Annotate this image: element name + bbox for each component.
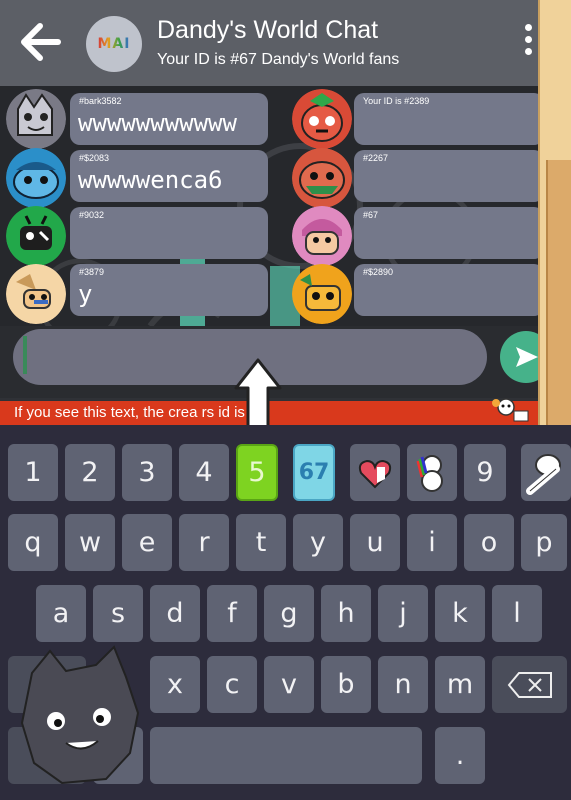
more-dot-icon: [524, 48, 532, 55]
backspace-key[interactable]: [492, 656, 567, 713]
key-6[interactable]: 67: [293, 444, 335, 501]
message-user-id: #bark3582: [79, 96, 122, 106]
key-8[interactable]: [407, 444, 457, 501]
more-dot-icon: [524, 24, 532, 31]
message-item: #67: [292, 206, 538, 266]
key-n[interactable]: n: [378, 656, 428, 713]
backspace-icon: [507, 671, 552, 698]
message-bubble[interactable]: #$2890: [354, 264, 538, 316]
back-arrow-icon: [21, 23, 61, 61]
key-s[interactable]: s: [93, 585, 143, 642]
chat-subtitle: Your ID is #67 Dandy's World fans: [157, 51, 400, 68]
message-bubble[interactable]: #$2083 wwwwwenca6: [70, 150, 268, 202]
bone-sticker-icon: [526, 453, 561, 495]
key-x[interactable]: x: [150, 656, 200, 713]
rainbow-eight-icon: [416, 454, 443, 492]
key-p[interactable]: p: [521, 514, 567, 571]
back-button[interactable]: [18, 22, 64, 62]
key-h[interactable]: h: [321, 585, 371, 642]
key-m[interactable]: m: [435, 656, 485, 713]
chat-logo: MAI: [86, 16, 142, 72]
message-item: #$2083 wwwwwenca6: [6, 148, 268, 208]
message-text: wwwwwenca6: [78, 166, 223, 194]
key-d[interactable]: d: [150, 585, 200, 642]
message-bubble[interactable]: #9032: [70, 207, 268, 259]
key-g[interactable]: g: [264, 585, 314, 642]
key-9[interactable]: 9: [464, 444, 506, 501]
key-5[interactable]: 5: [236, 444, 278, 501]
up-arrow-icon: [234, 358, 282, 425]
message-item: #3879 y: [6, 264, 268, 324]
message-user-id: #2267: [363, 153, 389, 163]
message-list[interactable]: #bark3582 wwwwwwwwwww #$2083 wwwwwenca6 …: [0, 86, 538, 326]
send-icon: [516, 347, 538, 367]
key-v[interactable]: v: [264, 656, 314, 713]
chat-app: MAI Dandy's World Chat Your ID is #67 Da…: [0, 0, 571, 425]
message-user-id: #67: [363, 210, 379, 220]
message-item: #9032: [6, 206, 268, 266]
key-i[interactable]: i: [407, 514, 457, 571]
key-y[interactable]: y: [293, 514, 343, 571]
message-bubble[interactable]: Your ID is #2389: [354, 93, 538, 145]
key-o[interactable]: o: [464, 514, 514, 571]
message-item: Your ID is #2389: [292, 89, 538, 149]
message-user-id: #$2083: [79, 153, 110, 163]
keyboard: 1 2 3 4 5 67 9 q w e r t y u i o p a s d…: [0, 425, 571, 800]
key-2[interactable]: 2: [65, 444, 115, 501]
key-r[interactable]: r: [179, 514, 229, 571]
message-bubble[interactable]: #bark3582 wwwwwwwwwww: [70, 93, 268, 145]
avatar[interactable]: [6, 148, 66, 208]
key-3[interactable]: 3: [122, 444, 172, 501]
avatar[interactable]: [6, 264, 66, 324]
more-menu-button[interactable]: [520, 22, 536, 64]
message-user-id: #$2890: [363, 267, 394, 277]
heart-sticker-icon: [358, 459, 392, 488]
side-panel: [538, 0, 571, 445]
key-w[interactable]: w: [65, 514, 115, 571]
avatar[interactable]: [292, 264, 352, 324]
avatar[interactable]: [292, 148, 352, 208]
key-4[interactable]: 4: [179, 444, 229, 501]
message-user-id: Your ID is #2389: [363, 96, 430, 106]
chat-header: MAI Dandy's World Chat Your ID is #67 Da…: [0, 0, 538, 86]
key-j[interactable]: j: [378, 585, 428, 642]
key-e[interactable]: e: [122, 514, 172, 571]
key-t[interactable]: t: [236, 514, 286, 571]
message-text: y: [78, 280, 93, 308]
text-cursor: [23, 336, 27, 374]
message-item: #2267: [292, 148, 538, 208]
avatar[interactable]: [6, 89, 66, 149]
key-0[interactable]: [521, 444, 571, 501]
key-7[interactable]: [350, 444, 400, 501]
period-key[interactable]: .: [435, 727, 485, 784]
key-c[interactable]: c: [207, 656, 257, 713]
message-item: #$2890: [292, 264, 538, 324]
message-text: wwwwwwwwwww: [78, 109, 237, 137]
key-f[interactable]: f: [207, 585, 257, 642]
key-u[interactable]: u: [350, 514, 400, 571]
message-item: #bark3582 wwwwwwwwwww: [6, 89, 268, 149]
message-user-id: #9032: [79, 210, 105, 220]
logo-text: MAI: [97, 36, 131, 52]
chat-title: Dandy's World Chat: [157, 16, 379, 44]
message-bubble[interactable]: #2267: [354, 150, 538, 202]
space-key[interactable]: [150, 727, 422, 784]
key-q[interactable]: q: [8, 514, 58, 571]
more-dot-icon: [524, 36, 532, 43]
message-bubble[interactable]: #67: [354, 207, 538, 259]
dandy-sticker-icon: [492, 398, 529, 422]
key-a[interactable]: a: [36, 585, 86, 642]
key-l[interactable]: l: [492, 585, 542, 642]
side-panel-inner: [546, 160, 571, 440]
avatar[interactable]: [292, 206, 352, 266]
message-user-id: #3879: [79, 267, 105, 277]
avatar[interactable]: [292, 89, 352, 149]
key-1[interactable]: 1: [8, 444, 58, 501]
key-k[interactable]: k: [435, 585, 485, 642]
cat-sticker-icon: [20, 645, 140, 785]
message-bubble[interactable]: #3879 y: [70, 264, 268, 316]
avatar[interactable]: [6, 206, 66, 266]
key-b[interactable]: b: [321, 656, 371, 713]
